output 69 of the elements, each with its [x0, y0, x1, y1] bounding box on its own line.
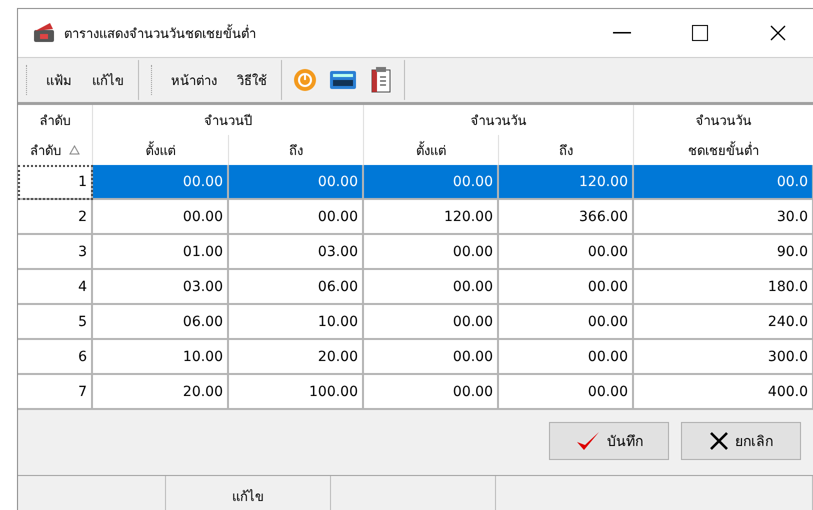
cancel-button[interactable]: ยกเลิก — [681, 422, 801, 460]
table-cell: 100.00 — [229, 375, 364, 410]
row-number: 6 — [18, 340, 93, 375]
table-cell: 20.00 — [93, 375, 229, 410]
table-cell: 00.00 — [499, 305, 634, 340]
table-cell: 06.00 — [229, 270, 364, 305]
table-cell: 00.00 — [364, 305, 499, 340]
row-number: 1 — [18, 165, 93, 200]
table-cell: 00.00 — [93, 165, 229, 200]
app-icon — [32, 22, 56, 44]
table-cell: 00.0 — [634, 165, 813, 200]
table-cell: 180.0 — [634, 270, 813, 305]
table-cell: 01.00 — [93, 235, 229, 270]
sort-icon[interactable] — [69, 145, 80, 155]
table-cell: 00.00 — [499, 340, 634, 375]
row-number: 5 — [18, 305, 93, 340]
table-cell: 00.00 — [499, 270, 634, 305]
table-cell: 240.0 — [634, 305, 813, 340]
close-icon[interactable] — [770, 25, 786, 41]
table-cell: 10.00 — [229, 305, 364, 340]
table-cell: 00.00 — [364, 165, 499, 200]
column-group-header: จำนวนวัน — [634, 105, 813, 135]
table-cell: 03.00 — [93, 270, 229, 305]
table-cell: 00.00 — [93, 200, 229, 235]
column-header[interactable]: ถึง — [559, 140, 573, 160]
table-cell: 06.00 — [93, 305, 229, 340]
column-header[interactable]: ตั้งแต่ — [146, 140, 176, 160]
column-header[interactable]: ลำดับ — [30, 140, 61, 160]
table-cell: 400.0 — [634, 375, 813, 410]
table-cell: 00.00 — [364, 235, 499, 270]
table-cell: 366.00 — [499, 200, 634, 235]
table-cell: 00.00 — [499, 375, 634, 410]
row-number: 3 — [18, 235, 93, 270]
table-cell: 120.00 — [364, 200, 499, 235]
menu-item[interactable]: หน้าต่าง — [161, 70, 227, 90]
row-number: 4 — [18, 270, 93, 305]
table-cell: 00.00 — [364, 270, 499, 305]
row-number: 7 — [18, 375, 93, 410]
menu-item[interactable]: แก้ไข — [82, 70, 134, 90]
table-cell: 10.00 — [93, 340, 229, 375]
column-group-header: ลำดับ — [18, 105, 93, 135]
menu-item[interactable]: แฟ้ม — [36, 70, 82, 90]
column-header[interactable]: ตั้งแต่ — [416, 140, 446, 160]
column-header[interactable]: ถึง — [289, 140, 303, 160]
table-cell: 120.00 — [499, 165, 634, 200]
window-title: ตารางแสดงจำนวนวันชดเชยขั้นต่ำ — [64, 22, 579, 44]
table-cell: 00.00 — [364, 375, 499, 410]
column-header[interactable]: ชดเชยขั้นต่ำ — [688, 140, 759, 160]
calculator-icon[interactable] — [330, 71, 356, 89]
row-number: 2 — [18, 200, 93, 235]
checkmark-icon — [575, 430, 601, 452]
maximize-icon[interactable] — [692, 25, 708, 41]
column-group-header: จำนวนปี — [93, 105, 364, 135]
close-icon — [709, 431, 729, 451]
status-text: แก้ไข — [232, 488, 264, 507]
calendar-icon[interactable] — [371, 67, 391, 93]
table-cell: 30.0 — [634, 200, 813, 235]
table-cell: 300.0 — [634, 340, 813, 375]
table-cell: 00.00 — [499, 235, 634, 270]
column-group-header: จำนวนวัน — [364, 105, 634, 135]
table-cell: 00.00 — [229, 165, 364, 200]
table-cell: 00.00 — [229, 200, 364, 235]
minimize-icon[interactable] — [613, 32, 631, 34]
table-cell: 03.00 — [229, 235, 364, 270]
table-cell: 00.00 — [364, 340, 499, 375]
save-button[interactable]: บันทึก — [549, 422, 669, 460]
table-cell: 20.00 — [229, 340, 364, 375]
table-cell: 90.0 — [634, 235, 813, 270]
menu-item[interactable]: วิธีใช้ — [227, 70, 277, 90]
